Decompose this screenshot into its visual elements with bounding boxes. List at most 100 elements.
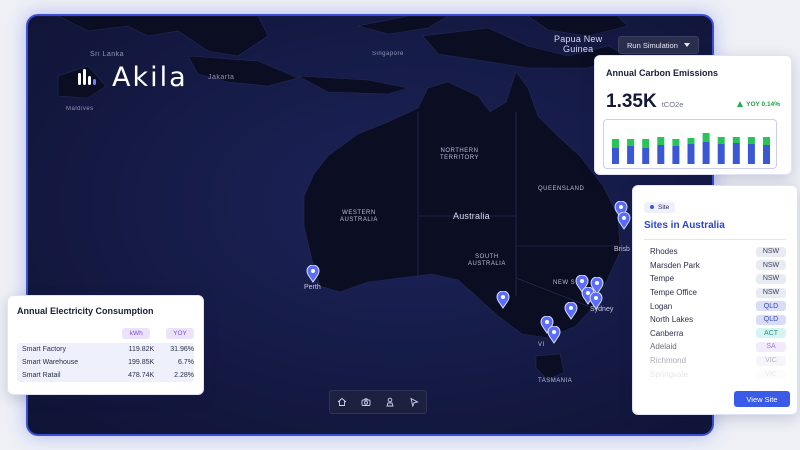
map-label-singapore: Singapore — [372, 51, 404, 57]
pointer-button[interactable] — [405, 393, 423, 411]
bar-green — [687, 138, 695, 144]
sites-card: Site Sites in Australia Rhodes NSW Marsden… — [632, 185, 798, 415]
site-name: Tempe Office — [650, 288, 697, 298]
site-name: Richmond — [650, 356, 687, 366]
list-item[interactable]: Tempe NSW — [644, 272, 786, 286]
state-badge: SA — [756, 341, 786, 352]
row-yoy: 2.28% — [174, 372, 194, 379]
site-name: Tempe — [650, 274, 675, 284]
row-kwh: 199.85K — [128, 359, 155, 366]
site-filter-chip[interactable]: Site — [644, 201, 676, 213]
state-badge: VIC — [756, 369, 786, 380]
bar-green — [642, 139, 650, 148]
bar-blue — [687, 144, 695, 164]
list-item[interactable]: Marsden Park NSW — [644, 259, 786, 273]
state-badge: NSW — [756, 246, 786, 257]
list-item[interactable]: Springvale VIC — [644, 367, 786, 381]
location-pin-icon[interactable] — [306, 264, 320, 283]
site-name: Springvale — [650, 369, 688, 379]
list-item[interactable]: Rhodes NSW — [644, 245, 786, 259]
row-yoy: 31.96% — [170, 346, 194, 353]
electricity-card: Annual Electricity Consumption kWh YOY S… — [7, 295, 204, 395]
state-badge: ACT — [756, 328, 786, 339]
map-label-northern-territory: NORTHERN TERRITORY — [440, 148, 479, 161]
bar-blue — [747, 144, 755, 164]
map-label-sri-lanka: Sri Lanka — [90, 51, 125, 58]
bar-blue — [732, 143, 740, 164]
map-label-nsw: NEW S — [553, 280, 576, 286]
location-pin-icon[interactable] — [589, 291, 603, 310]
bar-green — [732, 137, 740, 143]
site-name: Rhodes — [650, 247, 678, 257]
list-item[interactable]: Richmond VIC — [644, 354, 786, 368]
table-row[interactable]: Smart Factory 119.82K 31.96% — [17, 343, 194, 356]
map-label-western-australia: WESTERN AUSTRALIA — [340, 210, 378, 223]
bar-blue — [612, 148, 619, 164]
bar-blue — [763, 145, 770, 164]
list-item[interactable]: Adelaid SA — [644, 340, 786, 354]
map-label-brisbane: Brisb — [614, 246, 630, 253]
bar-green — [702, 133, 710, 142]
location-pin-icon[interactable] — [617, 211, 631, 230]
run-simulation-label: Run Simulation — [627, 40, 678, 50]
site-name: Adelaid — [650, 342, 677, 352]
home-button[interactable] — [333, 393, 351, 411]
map-label-jakarta: Jakarta — [208, 74, 235, 81]
caret-down-icon — [683, 43, 690, 47]
home-icon — [337, 397, 347, 406]
list-item[interactable]: North Lakes QLD — [644, 313, 786, 327]
carbon-unit: tCO2e — [661, 100, 684, 109]
bar-green — [612, 139, 619, 148]
map-label-south-australia: SOUTH AUSTRALIA — [468, 254, 506, 267]
map-label-victoria: VI — [538, 342, 545, 348]
row-kwh: 478.74K — [128, 372, 155, 379]
site-name: North Lakes — [650, 315, 694, 325]
list-item[interactable]: Canberra ACT — [644, 327, 786, 341]
state-badge: NSW — [756, 273, 786, 284]
bar-green — [627, 139, 635, 146]
list-item[interactable]: Logan QLD — [644, 299, 786, 313]
map-label-perth: Perth — [304, 284, 321, 291]
table-row[interactable]: Smart Warehouse 199.85K 6.7% — [17, 356, 194, 369]
site-name: Marsden Park — [650, 260, 700, 270]
site-filter-label: Site — [658, 203, 670, 211]
bar-blue — [702, 142, 710, 164]
bar-green — [717, 137, 725, 144]
state-badge: QLD — [756, 301, 786, 312]
camera-button[interactable] — [357, 393, 375, 411]
electricity-table: Smart Factory 119.82K 31.96% Smart Wareh… — [17, 343, 194, 382]
divider — [644, 239, 786, 240]
akila-logo-mark-icon — [78, 68, 102, 87]
map-label-papua: Papua New Guinea — [554, 34, 603, 54]
person-icon — [386, 397, 394, 407]
col-yoy: YOY — [166, 328, 194, 339]
location-pin-icon[interactable] — [496, 290, 510, 309]
row-name: Smart Factory — [22, 346, 66, 353]
person-button[interactable] — [381, 393, 399, 411]
run-simulation-dropdown[interactable]: Run Simulation — [618, 36, 699, 54]
carbon-yoy-label: YOY 0.14% — [746, 100, 780, 108]
akila-logo: Akila — [78, 62, 188, 93]
list-item[interactable]: Tempe Office NSW — [644, 286, 786, 300]
state-badge: QLD — [756, 314, 786, 325]
pointer-icon — [410, 397, 419, 407]
location-pin-icon[interactable] — [564, 301, 578, 320]
bar-green — [672, 139, 680, 146]
camera-icon — [361, 398, 371, 406]
state-badge: NSW — [756, 287, 786, 298]
col-kwh: kWh — [122, 328, 151, 339]
view-site-button[interactable]: View Site — [734, 391, 790, 407]
map-label-australia: Australia — [453, 211, 490, 221]
bar-blue — [627, 146, 635, 164]
site-name: Logan — [650, 301, 673, 311]
bar-green — [747, 137, 755, 144]
bar-blue — [657, 145, 665, 164]
electricity-title: Annual Electricity Consumption — [17, 306, 154, 316]
location-pin-icon[interactable] — [547, 325, 561, 344]
sites-title: Sites in Australia — [644, 220, 725, 231]
carbon-value: 1.35K — [606, 91, 657, 112]
site-list[interactable]: Rhodes NSW Marsden Park NSW Tempe NSW Tempe Of… — [644, 245, 786, 381]
dot-icon — [650, 205, 654, 209]
carbon-bars — [612, 133, 770, 164]
table-row[interactable]: Smart Ratail 478.74K 2.28% — [17, 369, 194, 382]
